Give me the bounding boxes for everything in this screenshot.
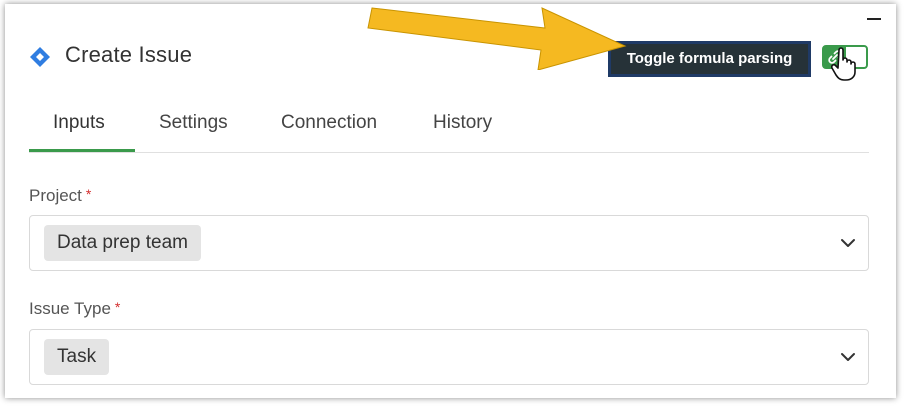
tab-history[interactable]: History [433,112,492,134]
tab-settings[interactable]: Settings [159,112,228,134]
project-label: Project * [29,186,91,206]
tab-inputs[interactable]: Inputs [53,112,105,134]
chevron-down-icon [841,353,855,361]
jira-diamond-icon [30,47,50,67]
required-mark: * [114,299,121,315]
issue-type-label: Issue Type * [29,299,120,319]
issue-type-select[interactable]: Task [29,329,869,385]
formula-tooltip: Toggle formula parsing [608,41,811,77]
tab-connection[interactable]: Connection [281,112,377,134]
project-value-chip: Data prep team [44,225,201,261]
hand-pointer-icon [831,47,856,81]
project-select[interactable]: Data prep team [29,215,869,271]
issue-type-label-text: Issue Type [29,299,111,318]
required-mark: * [85,186,92,202]
issue-type-value-chip: Task [44,339,110,375]
minimize-icon[interactable] [867,18,881,20]
chevron-down-icon [841,239,855,247]
active-tab-indicator [29,149,135,152]
project-label-text: Project [29,186,82,205]
annotation-arrow [367,7,627,70]
panel-title: Create Issue [65,42,193,67]
tab-bar: Inputs Settings Connection History [29,94,869,153]
